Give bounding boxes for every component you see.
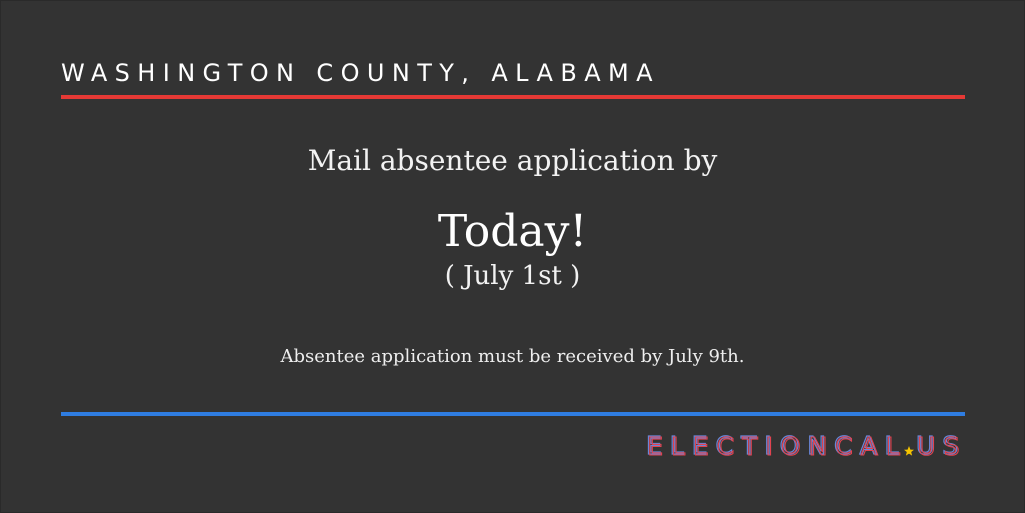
blue-divider [61,412,965,416]
lead-text: Mail absentee application by [307,144,718,177]
deadline-date: ( July 1st ) [444,261,581,291]
electioncal-logo: ELECTIONCAL ELECTIONCAL US US [646,429,966,459]
announcement-card: WASHINGTON COUNTY, ALABAMA Mail absentee… [0,0,1025,513]
red-divider [61,95,965,99]
received-by-note: Absentee application must be received by… [280,346,745,367]
deadline-headline: Today! [437,206,588,257]
logo-wordmark: ELECTIONCAL ELECTIONCAL US US [646,430,966,459]
logo-tld-shadow: US [917,432,966,459]
logo-word-shadow: ELECTIONCAL [647,432,908,459]
county-title: WASHINGTON COUNTY, ALABAMA [61,59,660,87]
